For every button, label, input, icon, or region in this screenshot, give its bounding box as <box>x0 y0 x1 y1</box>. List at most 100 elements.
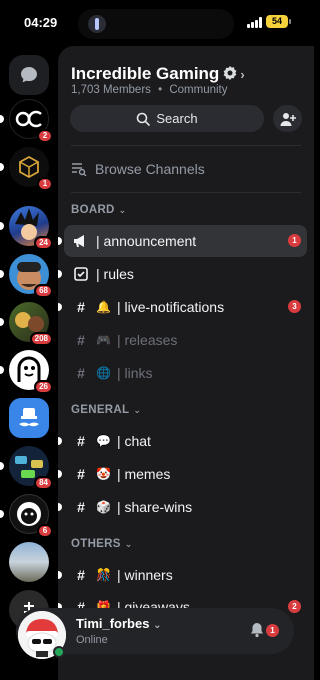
server-icon-ape[interactable]: 6 <box>9 494 53 538</box>
unread-indicator <box>58 470 62 478</box>
unread-indicator <box>0 270 4 278</box>
search-button[interactable]: Search <box>70 105 264 132</box>
confetti-emoji-icon: 🎊 <box>96 568 111 582</box>
browse-channels-label: Browse Channels <box>95 161 205 177</box>
member-count: 1,703 Members <box>71 84 151 96</box>
browse-channels-button[interactable]: Browse Channels <box>71 161 205 177</box>
channel-rules[interactable]: | rules <box>58 258 307 290</box>
channel-winners[interactable]: # 🎊 | winners <box>58 559 307 591</box>
category-others[interactable]: OTHERS ⌄ <box>71 538 133 550</box>
category-label: BOARD <box>71 204 115 216</box>
channel-label: | announcement <box>96 233 197 249</box>
channel-memes[interactable]: # 🤡 | memes <box>58 458 307 490</box>
unread-indicator <box>58 437 62 445</box>
unread-indicator <box>0 318 4 326</box>
server-icon-ghost[interactable]: 26 <box>9 350 53 394</box>
mention-badge: 24 <box>34 236 53 250</box>
username[interactable]: Timi_forbes ⌄ <box>76 616 161 631</box>
bell-icon[interactable] <box>249 622 265 638</box>
meta-separator: • <box>158 84 163 96</box>
server-icon-devices[interactable]: 84 <box>9 446 53 490</box>
unread-indicator <box>0 222 4 230</box>
invite-members-button[interactable] <box>273 105 302 132</box>
server-icon-cap[interactable]: 68 <box>9 254 53 298</box>
chevron-right-icon: › <box>240 67 245 82</box>
game-controller-emoji-icon: 🎮 <box>96 333 111 347</box>
dynamic-island <box>78 9 234 39</box>
chevron-down-icon: ⌄ <box>133 404 142 415</box>
user-status: Online <box>76 634 108 646</box>
channel-live-notifications[interactable]: # 🔔 | live-notifications 3 <box>58 291 307 323</box>
megaphone-icon <box>74 235 84 247</box>
unread-indicator <box>0 366 4 374</box>
server-icon-anime[interactable]: 24 <box>9 206 53 250</box>
server-icon-cube[interactable]: 1 <box>9 147 53 191</box>
server-icon-characters[interactable]: 208 <box>9 302 53 346</box>
server-name: Incredible Gaming <box>71 64 220 83</box>
speech-bubble-emoji-icon: 💬 <box>96 434 111 448</box>
category-board[interactable]: BOARD ⌄ <box>71 204 127 216</box>
server-rail: 2 1 24 68 208 26 84 6 <box>0 46 56 680</box>
channel-label: | chat <box>116 433 151 449</box>
unread-count-badge: 3 <box>288 300 301 313</box>
community-badge-icon <box>223 66 237 80</box>
hashtag-icon: # <box>77 499 85 515</box>
clown-emoji-icon: 🤡 <box>96 467 111 481</box>
mention-badge: 68 <box>34 284 53 298</box>
status-bar: 04:29 54 <box>0 0 314 46</box>
channel-label: | rules <box>96 266 134 282</box>
channel-panel: Incredible Gaming › 1,703 Members • Commu… <box>58 46 314 680</box>
username-label: Timi_forbes <box>76 616 150 631</box>
unread-indicator <box>58 303 62 311</box>
channel-chat[interactable]: # 💬 | chat <box>58 425 307 457</box>
unread-count-badge: 1 <box>288 234 301 247</box>
unread-indicator <box>58 571 62 579</box>
server-icon-landscape[interactable] <box>9 542 49 582</box>
channel-label: | live-notifications <box>116 299 225 315</box>
add-user-icon <box>280 112 296 126</box>
unread-indicator <box>58 237 62 245</box>
channel-label: | memes <box>116 466 171 482</box>
user-avatar[interactable] <box>18 611 66 659</box>
channel-label: | winners <box>116 567 173 583</box>
channel-links[interactable]: # 🌐 | links <box>64 357 307 389</box>
bell-emoji-icon: 🔔 <box>96 300 111 314</box>
mention-badge: 2 <box>37 129 53 143</box>
live-activity-icon <box>88 15 106 33</box>
server-meta: 1,703 Members • Community <box>71 84 228 96</box>
rules-icon <box>74 267 88 281</box>
direct-messages-button[interactable] <box>9 55 49 95</box>
chevron-down-icon: ⌄ <box>118 204 127 215</box>
hashtag-icon: # <box>77 466 85 482</box>
hashtag-icon: # <box>77 299 85 315</box>
channel-label: | share-wins <box>116 499 193 515</box>
mention-badge: 26 <box>34 380 53 394</box>
channel-releases[interactable]: # 🎮 | releases <box>64 324 307 356</box>
category-general[interactable]: GENERAL ⌄ <box>71 404 141 416</box>
unread-indicator <box>0 462 4 470</box>
signal-icon <box>247 17 263 28</box>
mention-badge: 84 <box>34 476 53 490</box>
search-icon <box>137 112 151 126</box>
category-label: OTHERS <box>71 538 121 550</box>
hashtag-icon: # <box>77 365 85 381</box>
unread-indicator <box>58 270 62 278</box>
unread-indicator <box>58 503 62 511</box>
status-time: 04:29 <box>24 15 58 30</box>
divider <box>71 192 301 193</box>
browse-channels-icon <box>72 163 87 176</box>
notification-count-badge: 1 <box>266 624 279 637</box>
mention-badge: 6 <box>37 524 53 538</box>
chevron-down-icon: ⌄ <box>124 538 133 549</box>
channel-announcement[interactable]: | announcement 1 <box>58 225 307 257</box>
chat-bubble-icon <box>9 55 49 95</box>
server-icon-mustache[interactable] <box>9 398 49 438</box>
server-header[interactable]: Incredible Gaming › <box>71 64 245 84</box>
mention-badge: 208 <box>29 332 53 346</box>
channel-label: | releases <box>116 332 178 348</box>
channel-label: | links <box>116 365 153 381</box>
hashtag-icon: # <box>77 567 85 583</box>
battery-indicator: 54 <box>266 15 291 28</box>
channel-share-wins[interactable]: # 🎲 | share-wins <box>58 491 307 523</box>
server-icon-ac[interactable]: 2 <box>9 99 53 143</box>
